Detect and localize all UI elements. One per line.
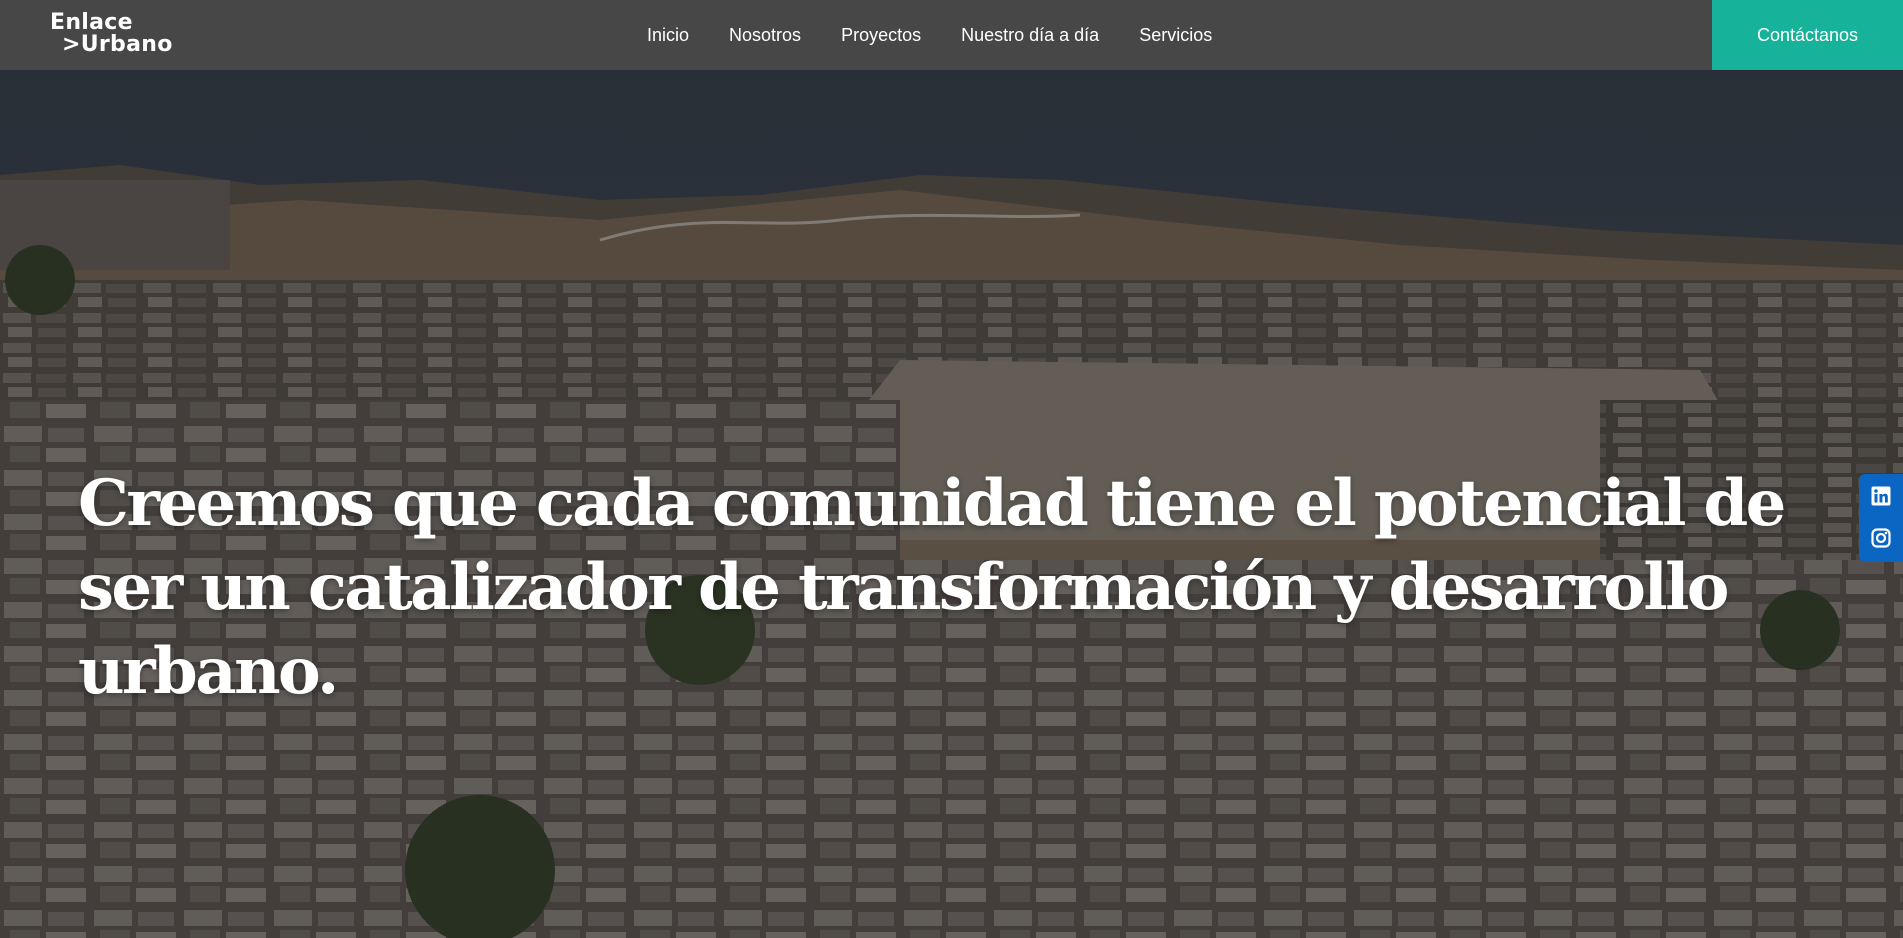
contact-button[interactable]: Contáctanos (1712, 0, 1903, 70)
hero-section: Creemos que cada comunidad tiene el pote… (0, 70, 1903, 938)
linkedin-icon[interactable] (1871, 486, 1891, 506)
nav-item-nuestro-dia[interactable]: Nuestro día a día (961, 25, 1099, 46)
instagram-icon[interactable] (1871, 528, 1891, 548)
nav-item-nosotros[interactable]: Nosotros (729, 25, 801, 46)
nav-item-proyectos[interactable]: Proyectos (841, 25, 921, 46)
logo-line-2: >Urbano (62, 32, 173, 57)
nav-item-inicio[interactable]: Inicio (647, 25, 689, 46)
nav-item-servicios[interactable]: Servicios (1139, 25, 1212, 46)
social-sidebar (1859, 474, 1903, 562)
logo[interactable]: Enlace >Urbano (50, 12, 173, 56)
hero-headline: Creemos que cada comunidad tiene el pote… (78, 466, 1786, 709)
navbar: Enlace >Urbano Inicio Nosotros Proyectos… (0, 0, 1903, 70)
main-nav: Inicio Nosotros Proyectos Nuestro día a … (647, 0, 1212, 70)
